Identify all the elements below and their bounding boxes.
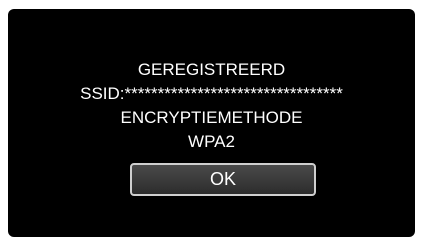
ok-button[interactable]: OK bbox=[130, 163, 316, 196]
ssid-line: SSID:********************************* bbox=[80, 84, 343, 103]
camera-dialog-screen: GEREGISTREERD SSID:*********************… bbox=[8, 9, 415, 237]
encryption-method-label: ENCRYPTIEMETHODE bbox=[120, 108, 303, 127]
encryption-method-value: WPA2 bbox=[188, 132, 235, 151]
status-title: GEREGISTREERD bbox=[137, 60, 286, 79]
